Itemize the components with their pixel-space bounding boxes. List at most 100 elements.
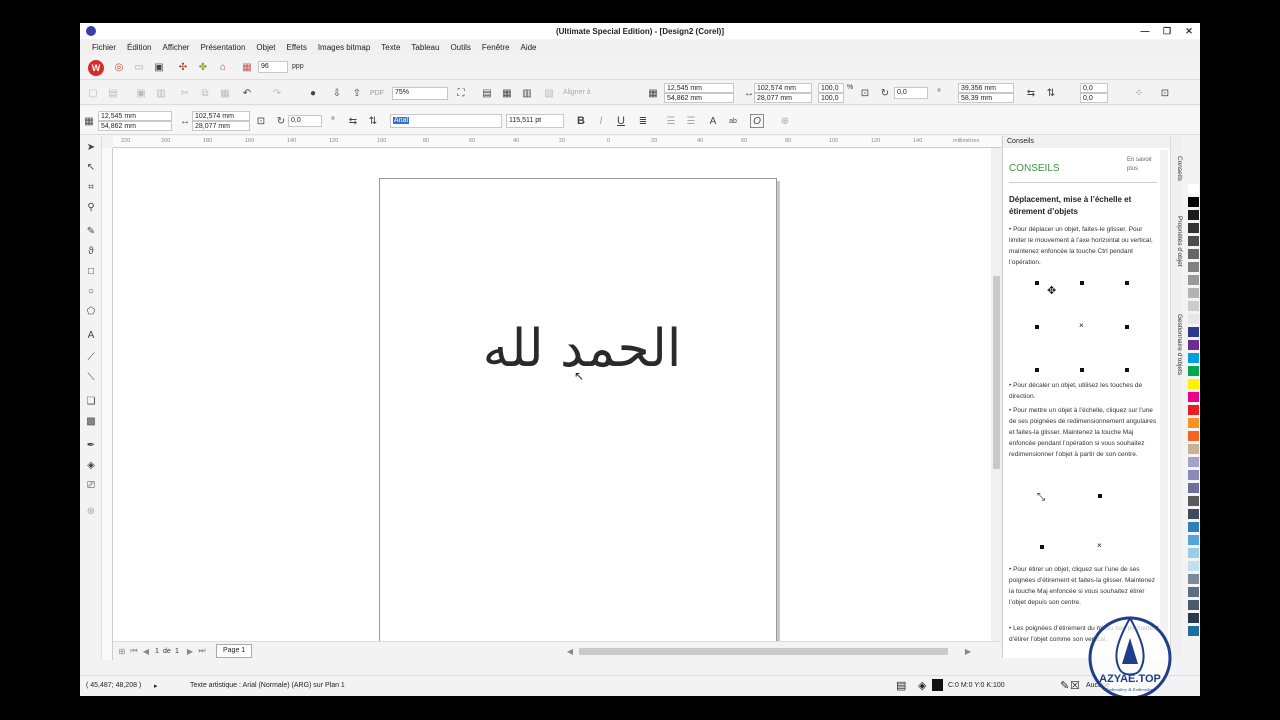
ellipse-tool-icon[interactable]: ○ <box>84 284 98 298</box>
zoom-tool-icon[interactable]: ⚲ <box>84 200 98 214</box>
color-swatch[interactable] <box>1188 587 1199 597</box>
document-page[interactable]: الحمد لله ↖ <box>379 178 777 641</box>
options-icon[interactable]: ⊡ <box>1158 86 1172 100</box>
tab-object-manager[interactable]: Gestionnaire d’objets <box>1171 314 1183 375</box>
x-field[interactable]: 12,545 mm <box>664 83 734 93</box>
color-swatch[interactable] <box>1188 249 1199 259</box>
underline-button[interactable]: U <box>614 114 628 128</box>
color-swatch[interactable] <box>1188 613 1199 623</box>
machine-icon[interactable]: ⌂ <box>216 60 230 74</box>
menu-fichier[interactable]: Fichier <box>92 43 116 52</box>
page-icon[interactable]: ▭ <box>132 60 146 74</box>
vertical-scroll-thumb[interactable] <box>993 276 1000 469</box>
mirror-v-icon[interactable]: ⇅ <box>1044 86 1058 100</box>
full-screen-icon[interactable]: ⛶ <box>454 86 468 100</box>
connector-tool-icon[interactable]: ⟍ <box>84 370 98 384</box>
mirror-h-icon[interactable]: ⇆ <box>346 114 360 128</box>
stitch-icon[interactable]: ✣ <box>176 60 190 74</box>
snap-icon[interactable]: ▨ <box>542 86 556 100</box>
camera-icon[interactable]: ▣ <box>152 60 166 74</box>
scroll-left-icon[interactable]: ◀ <box>563 644 577 658</box>
shape-tool-icon[interactable]: ↖ <box>84 160 98 174</box>
text-rotation-field[interactable]: 0,0 <box>288 115 322 127</box>
menu-outils[interactable]: Outils <box>450 43 470 52</box>
copy-icon[interactable]: ⧉ <box>198 86 212 100</box>
color-swatch[interactable] <box>1188 600 1199 610</box>
resolution-field[interactable]: 96 <box>258 61 288 73</box>
menu-tableau[interactable]: Tableau <box>411 43 439 52</box>
tab-conseils[interactable]: Conseils <box>1171 156 1183 181</box>
menu-aide[interactable]: Aide <box>520 43 536 52</box>
bold-button[interactable]: B <box>574 114 588 128</box>
cut-icon[interactable]: ✂ <box>178 86 192 100</box>
y-field[interactable]: 54,862 mm <box>664 93 734 103</box>
text-direction-icon[interactable]: O <box>750 114 764 128</box>
prev-page-icon[interactable]: ◀ <box>139 644 153 658</box>
color-swatch[interactable] <box>1188 366 1199 376</box>
color-swatch[interactable] <box>1188 457 1199 467</box>
restore-button[interactable]: ❐ <box>1160 26 1174 37</box>
width-field[interactable]: 102,574 mm <box>754 83 812 93</box>
color-swatch[interactable] <box>1188 301 1199 311</box>
color-swatch[interactable] <box>1188 405 1199 415</box>
color-swatch[interactable] <box>1188 509 1199 519</box>
transparency-icon[interactable]: ▩ <box>84 414 98 428</box>
color-swatch[interactable] <box>1188 197 1199 207</box>
paste-icon[interactable]: ▦ <box>218 86 232 100</box>
color-swatch[interactable] <box>1188 444 1199 454</box>
eyedropper-icon[interactable]: ✒ <box>84 438 98 452</box>
color-swatch[interactable] <box>1188 236 1199 246</box>
color-swatch[interactable] <box>1188 223 1199 233</box>
color-swatch[interactable] <box>1188 210 1199 220</box>
menu-images-bitmap[interactable]: Images bitmap <box>318 43 370 52</box>
bullet-list-icon[interactable]: ☰ <box>664 114 678 128</box>
text-width-field[interactable]: 102,574 mm <box>192 111 250 121</box>
color-swatch[interactable] <box>1188 418 1199 428</box>
edit-text-icon[interactable]: ab <box>726 114 740 128</box>
docker-scrollbar[interactable] <box>1160 150 1168 656</box>
text-properties-icon[interactable]: A <box>706 114 720 128</box>
snap-node-icon[interactable]: ⁘ <box>1132 86 1146 100</box>
add-icon[interactable]: ⊕ <box>778 114 792 128</box>
polygon-tool-icon[interactable]: ⬠ <box>84 304 98 318</box>
hoop-icon[interactable]: ◎ <box>112 60 126 74</box>
freehand-tool-icon[interactable]: ✎ <box>84 224 98 238</box>
menu-fenetre[interactable]: Fenêtre <box>482 43 510 52</box>
interactive-fill-icon[interactable]: ◈ <box>84 458 98 472</box>
menu-edition[interactable]: Édition <box>127 43 151 52</box>
artistic-media-icon[interactable]: ϑ <box>84 244 98 258</box>
color-swatch[interactable] <box>1188 275 1199 285</box>
zoom-field[interactable]: 75% <box>392 87 448 100</box>
color-swatch[interactable] <box>1188 288 1199 298</box>
text-height-field[interactable]: 28,077 mm <box>192 121 250 131</box>
text-x-field[interactable]: 12,545 mm <box>98 111 172 121</box>
open-icon[interactable]: ▤ <box>106 86 120 100</box>
color-swatch[interactable] <box>1188 327 1199 337</box>
color-swatch[interactable] <box>1188 184 1199 194</box>
add-tool-icon[interactable]: ⊕ <box>84 504 98 518</box>
rectangle-tool-icon[interactable]: □ <box>84 264 98 278</box>
color-swatch[interactable] <box>1188 561 1199 571</box>
text-tool-icon[interactable]: A <box>84 328 98 342</box>
color-swatch[interactable] <box>1188 574 1199 584</box>
font-select[interactable]: Arial <box>390 114 502 128</box>
color-swatch[interactable] <box>1188 483 1199 493</box>
pos-b-field[interactable]: 0,0 <box>1080 93 1108 103</box>
color-swatch[interactable] <box>1188 262 1199 272</box>
thread-icon[interactable]: ✤ <box>196 60 210 74</box>
drop-shadow-icon[interactable]: ❏ <box>84 394 98 408</box>
color-swatch[interactable] <box>1188 392 1199 402</box>
wilcom-icon[interactable]: W <box>88 60 104 76</box>
color-swatch[interactable] <box>1188 470 1199 480</box>
color-swatch[interactable] <box>1188 353 1199 363</box>
redo-icon[interactable]: ↷ <box>270 86 284 100</box>
crop-tool-icon[interactable]: ⌗ <box>84 180 98 194</box>
color-swatch[interactable] <box>1188 548 1199 558</box>
page-tab[interactable]: Page 1 <box>216 644 253 658</box>
rulers-icon[interactable]: ▤ <box>480 86 494 100</box>
pick-tool-icon[interactable]: ➤ <box>84 140 98 154</box>
color-swatch[interactable] <box>1188 340 1199 350</box>
horizontal-scroll-thumb[interactable] <box>579 648 948 655</box>
last-page-icon[interactable]: ⏭ <box>195 644 209 658</box>
align-text-icon[interactable]: ≣ <box>636 114 650 128</box>
